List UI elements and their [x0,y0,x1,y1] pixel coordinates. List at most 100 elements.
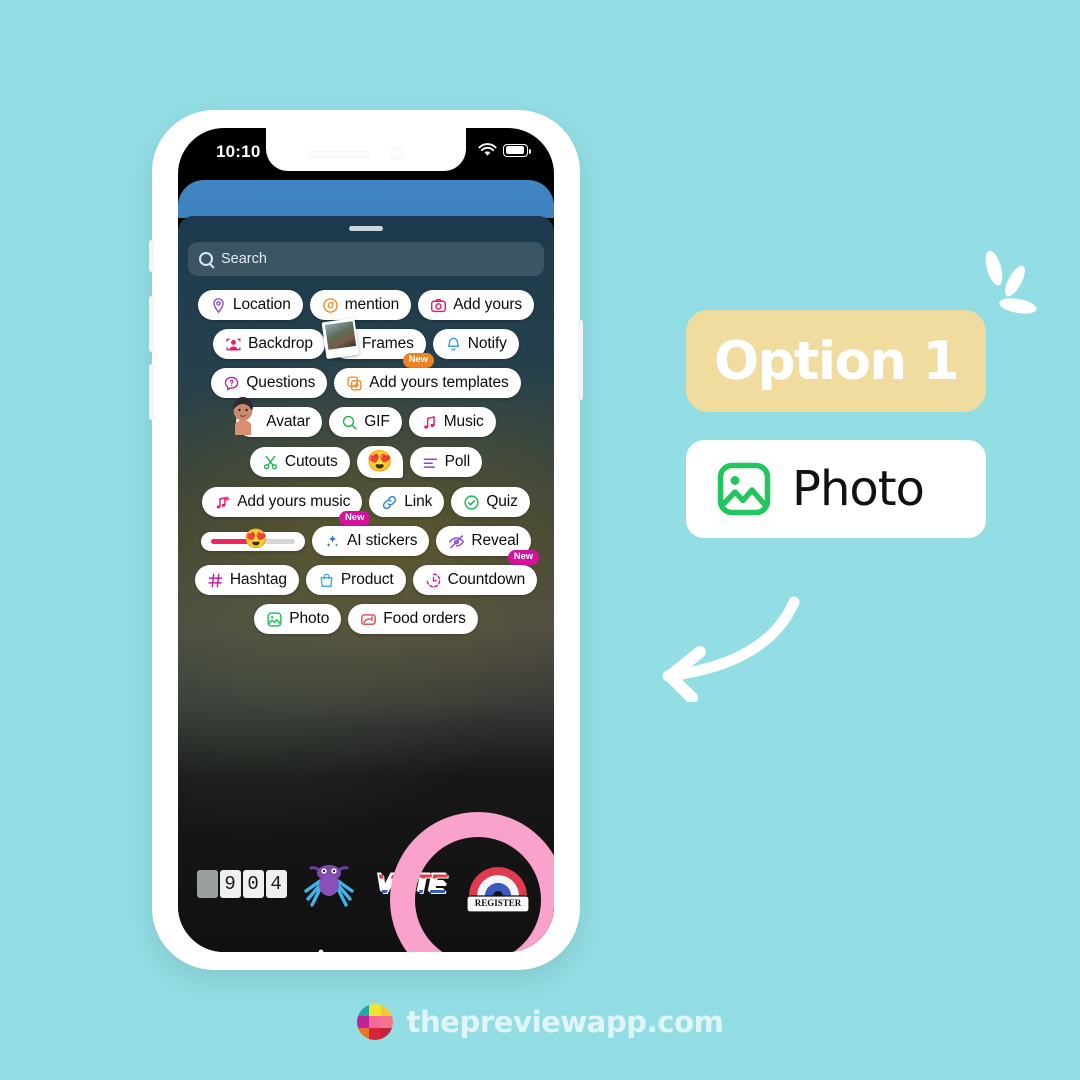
counter-904-sticker[interactable]: AM 9 0 4 [196,870,287,898]
blue-heart-face-sticker[interactable] [469,951,531,952]
sticker-button-cutouts[interactable]: Cutouts [249,447,350,477]
counter-digit: 9 [219,870,241,898]
sticker-button-countdown[interactable]: Countdown [412,565,538,595]
sticker-button-reveal[interactable]: Reveal New [436,526,540,565]
sticker-button-add-yours-music[interactable]: Add yours music New [202,487,371,526]
sticker-button-product[interactable]: Product [305,565,406,595]
sticker-row: Cutouts 😍 Poll [178,446,554,478]
sheet-drag-handle[interactable] [349,226,383,231]
sticker-label: Photo [289,610,330,627]
sticker-label: Add yours music [237,493,351,510]
sticker-row: Hashtag Product Countdown [178,565,554,595]
sticker-row: Location mention Add yours [178,290,554,320]
svg-text:REGISTER: REGISTER [475,898,522,908]
search-input[interactable]: Search [188,242,544,276]
sticker-button-avatar[interactable]: Avatar [232,397,323,437]
photo-callout-label: Photo [792,461,925,517]
sticker-button-food-orders[interactable]: Food orders [348,604,478,634]
phone-mute-switch [149,240,154,272]
sticker-label: Notify [467,335,507,352]
sticker-label: Reveal [471,532,520,549]
phone-volume-down-button [149,364,154,420]
option-1-label: Option 1 [714,330,959,392]
status-bar-clock: 10:10 [216,142,261,161]
copy-squares-icon [347,375,362,391]
sticker-button-photo[interactable]: Photo [254,604,342,634]
sticker-button-gif[interactable]: GIF [329,407,402,437]
sticker-row: Add yours music New Link Quiz [178,487,554,526]
shopping-bag-icon [320,573,333,587]
sound-on-sticker[interactable]: SOUND ON [380,948,452,953]
option-1-callout-card: Option 1 [686,310,986,412]
sticker-button-add-yours-templates[interactable]: Add yours templates [334,368,521,398]
sticker-label: Backdrop [248,335,313,352]
hashtag-icon [208,573,223,587]
register-to-vote-sticker[interactable]: REGISTER [461,852,535,916]
sticker-button-hashtag[interactable]: Hashtag [194,565,299,595]
new-badge: New [339,511,371,526]
sticker-label: GIF [364,413,390,430]
sticker-button-music[interactable]: Music [408,407,496,437]
music-plus-icon [216,495,230,508]
counter-unit: AM [196,870,218,898]
sticker-row: 😍 AI stickers Reveal New [178,526,554,565]
sticker-label: Product [340,571,394,588]
sticker-button-link[interactable]: Link [369,487,445,517]
sticker-label: Hashtag [229,571,287,588]
sticker-label: Avatar [266,413,311,430]
sticker-button-backdrop[interactable]: Backdrop [213,329,325,359]
sticker-button-questions[interactable]: Questions [211,368,328,398]
phone-screen: 10:10 Search Location mention Add yours … [178,128,554,952]
status-bar-indicators [478,143,532,157]
gallery-row: AM 9 0 4 VOTE REGISTER [178,836,554,932]
gif-search-icon [343,415,357,430]
sticker-label: Quiz [486,493,518,510]
story-canvas-top [178,180,554,218]
photo-image-icon [717,462,771,516]
backdrop-person-icon [226,338,241,350]
sticker-button-mention[interactable]: mention [309,290,412,320]
avatar-face-icon [232,397,254,435]
sticker-label: Location [232,296,291,313]
sticker-label: AI stickers [346,532,418,549]
wifi-icon [478,143,497,156]
phone-power-button [578,320,583,400]
sticker-label: Add yours [453,296,523,313]
phone-notch [266,128,466,171]
sticker-button-ai-stickers[interactable]: AI stickers [311,526,430,556]
sticker-button-notify[interactable]: Notify [432,329,519,359]
sticker-button-add-yours[interactable]: Add yours [418,290,535,320]
sticker-label: Link [404,493,433,510]
sticker-button-quiz[interactable]: Quiz [451,487,530,517]
footer-website-label: thepreviewapp.com [406,1005,724,1039]
sticker-label: mention [344,296,400,313]
sticker-button-location[interactable]: Location [197,290,303,320]
sticker-label: Questions [246,374,316,391]
counter-digit: 4 [265,870,287,898]
camera-icon [431,298,447,312]
scissors-icon [263,455,277,469]
vote-sticker[interactable]: VOTE [371,867,453,902]
polaroid-photo-icon [321,317,360,360]
preview-app-logo [356,1004,393,1040]
sticker-label: Countdown [447,571,526,588]
location-pin-icon [213,297,224,313]
phone-mockup: 10:10 Search Location mention Add yours … [149,110,583,970]
new-badge: New [402,353,434,368]
sticker-gallery: AM 9 0 4 VOTE REGISTER [178,836,554,952]
sticker-row: Backdrop Frames New Notify [178,317,554,368]
sticker-row: Avatar GIF Music [178,397,554,437]
sticker-button-frames[interactable]: Frames New [321,317,434,368]
sticker-tray-sheet: Search Location mention Add yours Backdr… [178,216,554,952]
sticker-button-poll[interactable]: Poll [409,447,483,477]
spider-sticker[interactable] [296,851,362,917]
link-chain-icon [383,495,397,509]
lol-confetti-sticker[interactable]: #LOL [291,944,363,952]
sticker-button-emoji-slider[interactable]: 😍 [200,530,305,551]
poll-bars-icon [423,457,437,468]
sticker-row: Photo Food orders [178,604,554,634]
counter-digit: 0 [242,870,264,898]
sticker-button-emoji[interactable]: 😍 [356,446,403,478]
bell-icon [447,337,460,350]
sticker-label: Add yours templates [369,374,509,391]
